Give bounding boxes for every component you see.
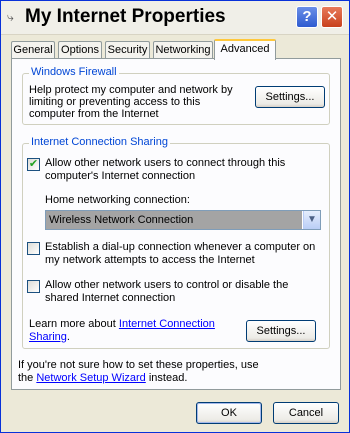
allow-sharing-label-line2: computer's Internet connection <box>45 170 196 182</box>
advanced-tab-panel: Windows Firewall Help protect my compute… <box>11 58 341 390</box>
dialup-label-line2: my network attempts to access the Intern… <box>45 254 255 266</box>
tab-options[interactable]: Options <box>58 41 102 59</box>
title-bar[interactable]: ⤷ My Internet Properties ? ✕ <box>1 1 349 35</box>
allow-sharing-checkbox[interactable]: ✔ <box>27 158 40 171</box>
dialup-label-line1: Establish a dial-up connection whenever … <box>45 241 316 253</box>
tab-networking[interactable]: Networking <box>153 41 213 59</box>
close-icon: ✕ <box>325 8 339 25</box>
ics-help-link-continued[interactable]: Sharing <box>29 331 67 343</box>
allow-control-label-line1: Allow other network users to control or … <box>45 279 289 291</box>
internet-connection-sharing-group: Internet Connection Sharing ✔ Allow othe… <box>22 136 330 349</box>
tab-general[interactable]: General <box>11 41 55 59</box>
allow-sharing-label-line1: Allow other network users to connect thr… <box>45 157 286 169</box>
home-connection-label: Home networking connection: <box>45 194 190 206</box>
properties-window: ⤷ My Internet Properties ? ✕ General Opt… <box>0 0 350 433</box>
help-button[interactable]: ? <box>296 6 318 28</box>
network-setup-wizard-link[interactable]: Network Setup Wizard <box>36 372 145 384</box>
firewall-settings-button[interactable]: Settings... <box>255 86 325 108</box>
footer-help-line2: the Network Setup Wizard instead. <box>18 372 187 385</box>
learn-more-prefix: Learn more about <box>29 318 119 330</box>
home-connection-value: Wireless Network Connection <box>46 211 302 229</box>
home-connection-select[interactable]: Wireless Network Connection ▼ <box>45 210 321 230</box>
footer-help-prefix: the <box>18 372 37 384</box>
close-button[interactable]: ✕ <box>321 6 343 28</box>
allow-control-label-line2: shared Internet connection <box>45 292 176 304</box>
tab-security[interactable]: Security <box>105 41 150 59</box>
network-connection-icon: ⤷ <box>7 10 14 24</box>
footer-help-line1: If you're not sure how to set these prop… <box>18 359 259 371</box>
ok-button[interactable]: OK <box>196 402 262 424</box>
dialup-checkbox[interactable] <box>27 242 40 255</box>
learn-more-line1: Learn more about Internet Connection <box>29 318 215 331</box>
footer-help-suffix: instead. <box>145 372 188 384</box>
windows-firewall-title: Windows Firewall <box>29 66 119 78</box>
windows-firewall-group: Windows Firewall Help protect my compute… <box>22 66 330 125</box>
ics-settings-button[interactable]: Settings... <box>246 320 316 342</box>
chevron-down-icon[interactable]: ▼ <box>303 211 320 229</box>
learn-more-suffix: . <box>66 331 70 343</box>
allow-control-checkbox[interactable] <box>27 280 40 293</box>
learn-more-line2: Sharing. <box>29 331 70 344</box>
window-title: My Internet Properties <box>25 6 226 27</box>
cancel-button[interactable]: Cancel <box>273 402 339 424</box>
tab-advanced[interactable]: Advanced <box>214 39 276 60</box>
ics-help-link[interactable]: Internet Connection <box>119 318 215 330</box>
ics-title: Internet Connection Sharing <box>29 136 170 148</box>
firewall-description-line3: computer from the Internet <box>29 108 159 120</box>
